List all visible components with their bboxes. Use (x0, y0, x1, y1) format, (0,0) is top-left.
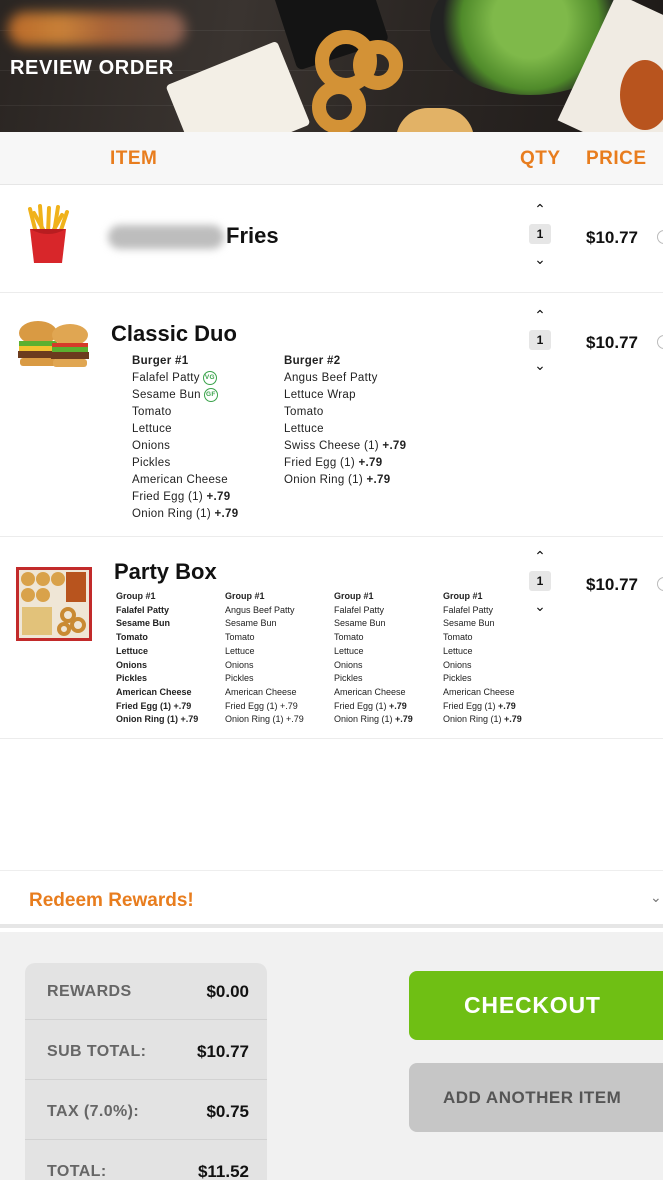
add-another-item-button[interactable]: ADD ANOTHER ITEM (409, 1063, 663, 1132)
quantity-value: 1 (529, 330, 551, 350)
column-item-label: ITEM (110, 148, 158, 169)
vegan-badge-icon: VG (202, 370, 217, 385)
quantity-value: 1 (529, 571, 551, 591)
quantity-stepper[interactable]: ⌃ 1 ⌄ (528, 200, 552, 268)
party-group-options: Group #1 Falafel Patty Sesame Bun Tomato… (443, 591, 522, 725)
subtotal-row: SUB TOTAL: $10.77 (25, 1023, 267, 1080)
chevron-up-icon[interactable]: ⌃ (528, 547, 552, 565)
chevron-down-icon[interactable]: ⌄ (528, 250, 552, 268)
column-qty-label: QTY (520, 148, 561, 169)
item-price: $10.77 (586, 228, 638, 247)
remove-item-icon[interactable] (657, 335, 663, 349)
rewards-row: REWARDS $0.00 (25, 963, 267, 1020)
page-title: REVIEW ORDER (10, 57, 174, 79)
party-group-options: Group #1 Falafel Patty Sesame Bun Tomato… (116, 591, 199, 725)
quantity-stepper[interactable]: ⌃ 1 ⌄ (528, 306, 552, 374)
chevron-up-icon[interactable]: ⌃ (528, 200, 552, 218)
remove-item-icon[interactable] (657, 230, 663, 244)
chevron-up-icon[interactable]: ⌃ (528, 306, 552, 324)
chevron-down-icon[interactable]: ⌄ (650, 889, 662, 906)
food-bag-image (165, 40, 311, 132)
item-price: $10.77 (586, 575, 638, 594)
quantity-value: 1 (529, 224, 551, 244)
blurred-brand-name (108, 225, 224, 250)
tax-row: TAX (7.0%): $0.75 (25, 1083, 267, 1140)
quantity-stepper[interactable]: ⌃ 1 ⌄ (528, 547, 552, 615)
order-item-row: Fries ⌃ 1 ⌄ $10.77 (0, 185, 663, 293)
fries-icon (22, 203, 74, 265)
redeem-rewards-label: Redeem Rewards! (29, 890, 194, 911)
order-item-row: Classic Duo ⌃ 1 ⌄ $10.77 Burger #1 Falaf… (0, 293, 663, 537)
checkout-button[interactable]: CHECKOUT (409, 971, 663, 1040)
item-name: Fries (108, 223, 279, 250)
brand-logo (8, 12, 186, 46)
chevron-down-icon[interactable]: ⌄ (528, 597, 552, 615)
item-name: Party Box (114, 559, 217, 584)
redeem-rewards-toggle[interactable]: Redeem Rewards! ⌄ (0, 870, 663, 928)
order-summary: REWARDS $0.00 SUB TOTAL: $10.77 TAX (7.0… (25, 963, 267, 1180)
party-box-icon (16, 567, 92, 641)
party-group-options: Group #1 Angus Beef Patty Sesame Bun Tom… (225, 591, 304, 725)
item-price: $10.77 (586, 333, 638, 352)
burger-1-options: Burger #1 Falafel Patty VG Sesame Bun GF T… (132, 355, 239, 520)
hero-banner: REVIEW ORDER (0, 0, 663, 132)
column-price-label: PRICE (586, 148, 647, 169)
remove-item-icon[interactable] (657, 577, 663, 591)
total-row: TOTAL: $11.52 (47, 1162, 249, 1180)
order-table-header: ITEM QTY PRICE (0, 132, 663, 185)
chevron-down-icon[interactable]: ⌄ (528, 356, 552, 374)
order-item-row: Party Box ⌃ 1 ⌄ $10.77 Group #1 Falafel … (0, 537, 663, 739)
party-group-options: Group #1 Falafel Patty Sesame Bun Tomato… (334, 591, 413, 725)
burger-2-options: Burger #2 Angus Beef Patty Lettuce Wrap … (284, 355, 407, 486)
gluten-free-badge-icon: GF (203, 387, 218, 402)
burger-icon (16, 319, 92, 371)
item-name: Classic Duo (111, 321, 237, 346)
